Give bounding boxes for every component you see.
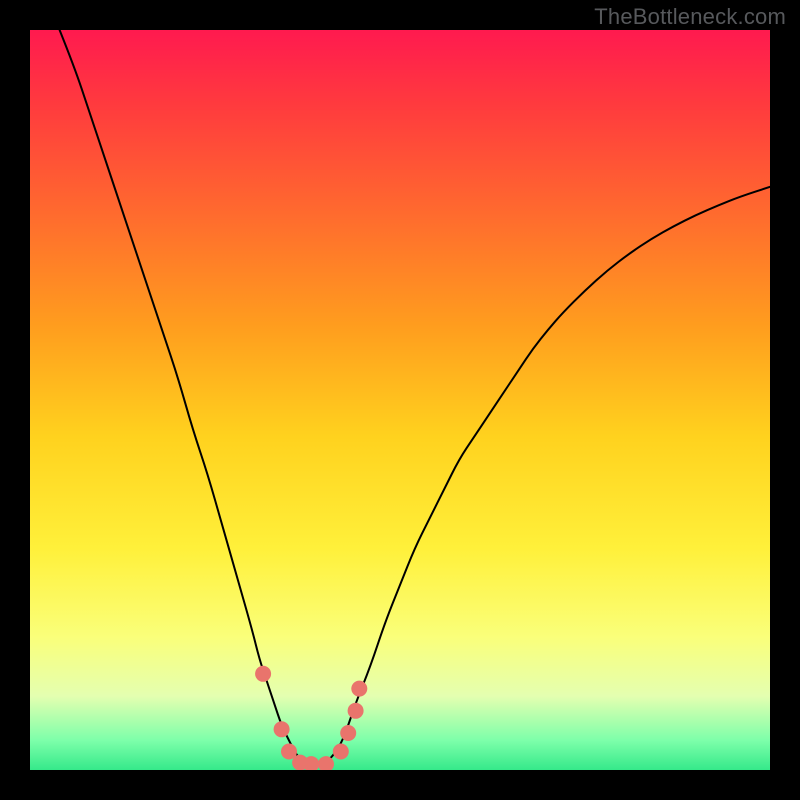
bottleneck-curve-chart: [30, 30, 770, 770]
outer-frame: TheBottleneck.com: [0, 0, 800, 800]
gradient-background: [30, 30, 770, 770]
curve-marker: [333, 744, 349, 760]
curve-marker: [255, 666, 271, 682]
curve-marker: [274, 721, 290, 737]
curve-marker: [340, 725, 356, 741]
watermark-text: TheBottleneck.com: [594, 4, 786, 30]
curve-marker: [348, 703, 364, 719]
curve-marker: [351, 681, 367, 697]
